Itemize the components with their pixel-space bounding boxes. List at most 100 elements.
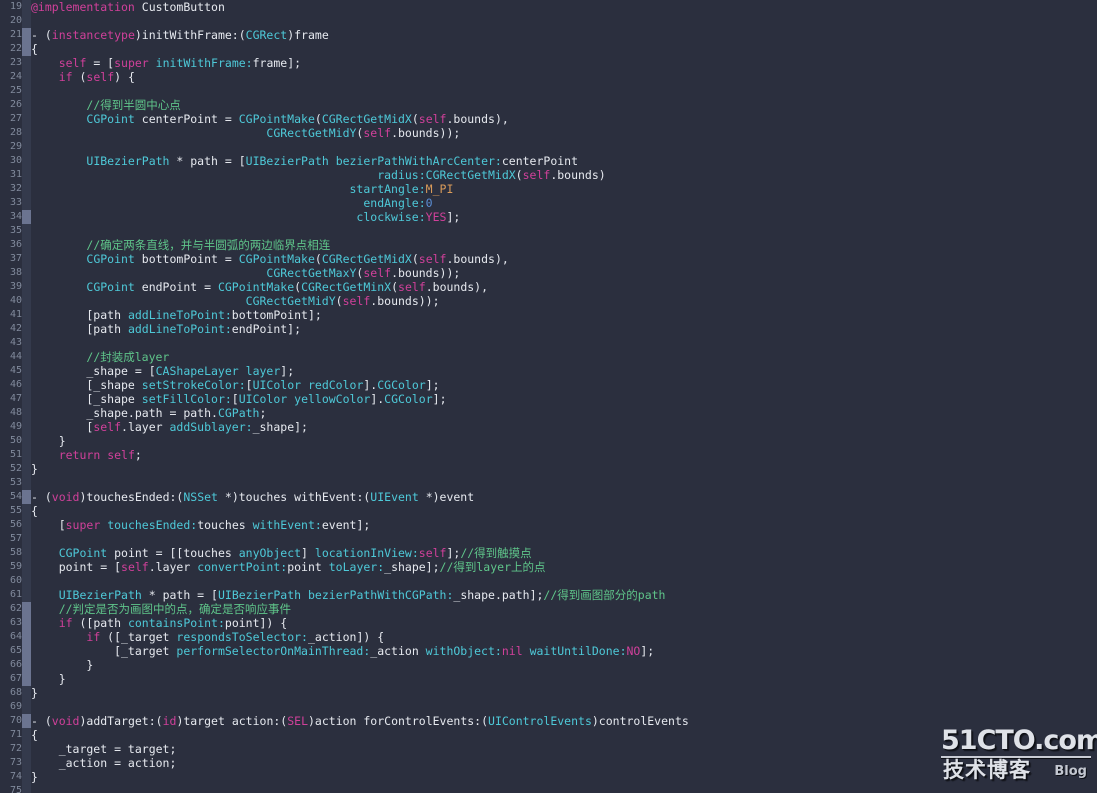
code-line[interactable]: 70 - (void)addTarget:(id)target action:(S… (0, 714, 1097, 728)
line-source[interactable]: radius:CGRectGetMidX(self.bounds) (31, 168, 606, 182)
code-line[interactable]: 29 (0, 140, 1097, 154)
code-line[interactable]: 42 [path addLineToPoint:endPoint]; (0, 322, 1097, 336)
code-line[interactable]: 71 { (0, 728, 1097, 742)
code-line[interactable]: 25 (0, 84, 1097, 98)
code-line[interactable]: 33 endAngle:0 (0, 196, 1097, 210)
code-line[interactable]: 59 point = [self.layer convertPoint:poin… (0, 560, 1097, 574)
code-line[interactable]: 47 [_shape setFillColor:[UIColor yellowC… (0, 392, 1097, 406)
line-source[interactable]: [_shape setFillColor:[UIColor yellowColo… (31, 392, 446, 406)
line-source[interactable]: - (void)touchesEnded:(NSSet *)touches wi… (31, 490, 474, 504)
line-source[interactable]: UIBezierPath * path = [UIBezierPath bezi… (31, 154, 578, 168)
line-source[interactable]: _shape.path = path.CGPath; (31, 406, 266, 420)
line-source[interactable]: CGPoint endPoint = CGPointMake (CGRectGet… (31, 280, 488, 294)
line-source[interactable]: } (31, 434, 66, 448)
line-source[interactable]: [path addLineToPoint:bottomPoint]; (31, 308, 321, 322)
code-line[interactable]: 53 (0, 476, 1097, 490)
code-line[interactable]: 45 _shape = [CAShapeLayer layer]; (0, 364, 1097, 378)
code-line[interactable]: 56 [super touchesEnded:touches withEvent… (0, 518, 1097, 532)
line-source[interactable]: CGRectGetMidY(self.bounds)); (31, 126, 460, 140)
code-line[interactable]: 54 - (void)touchesEnded:(NSSet *)touches … (0, 490, 1097, 504)
code-line[interactable]: 50 } (0, 434, 1097, 448)
code-line[interactable]: 26 //得到半圆中心点 (0, 98, 1097, 112)
line-source[interactable]: [_target performSelectorOnMainThread:_ac… (31, 644, 654, 658)
line-source[interactable]: if ([_target respondsToSelector:_action]… (31, 630, 384, 644)
code-line[interactable]: 37 CGPoint bottomPoint = CGPointMake(CGR… (0, 252, 1097, 266)
line-source[interactable]: //判定是否为画图中的点，确定是否响应事件 (31, 602, 291, 616)
line-source[interactable]: { (31, 504, 38, 518)
code-line[interactable]: 73 _action = action; (0, 756, 1097, 770)
line-source[interactable]: } (31, 462, 38, 476)
code-line[interactable]: 36 //确定两条直线，并与半圆弧的两边临界点相连 (0, 238, 1097, 252)
code-line[interactable]: 63 if ([path containsPoint:point]) { (0, 616, 1097, 630)
code-line[interactable]: 51 return self; (0, 448, 1097, 462)
line-source[interactable]: } (31, 672, 66, 686)
code-line[interactable]: 75 (0, 784, 1097, 793)
code-line[interactable]: 30 UIBezierPath * path = [UIBezierPath b… (0, 154, 1097, 168)
code-line[interactable]: 44 //封装成layer (0, 350, 1097, 364)
line-source[interactable]: } (31, 686, 38, 700)
code-line[interactable]: 22 { (0, 42, 1097, 56)
line-source[interactable]: } (31, 770, 38, 784)
line-source[interactable]: _target = target; (31, 742, 177, 756)
line-source[interactable]: clockwise:YES]; (31, 210, 460, 224)
code-line[interactable]: 65 [_target performSelectorOnMainThread:… (0, 644, 1097, 658)
code-line[interactable]: 27 CGPoint centerPoint = CGPointMake(CGR… (0, 112, 1097, 126)
code-line[interactable]: 49 [self.layer addSublayer:_shape]; (0, 420, 1097, 434)
line-source[interactable]: [_shape setStrokeColor:[UIColor redColor… (31, 378, 439, 392)
code-line[interactable]: 66 } (0, 658, 1097, 672)
code-line[interactable]: 24 if (self) { (0, 70, 1097, 84)
line-source[interactable]: _action = action; (31, 756, 177, 770)
line-source[interactable]: CGPoint centerPoint = CGPointMake(CGRect… (31, 112, 508, 126)
code-line[interactable]: 20 (0, 14, 1097, 28)
code-line[interactable]: 41 [path addLineToPoint:bottomPoint]; (0, 308, 1097, 322)
code-line[interactable]: 68} (0, 686, 1097, 700)
code-line[interactable]: 39 CGPoint endPoint = CGPointMake (CGRect… (0, 280, 1097, 294)
line-source[interactable]: [path addLineToPoint:endPoint]; (31, 322, 301, 336)
code-line[interactable]: 60 (0, 574, 1097, 588)
code-line[interactable]: 48 _shape.path = path.CGPath; (0, 406, 1097, 420)
code-line[interactable]: 67 } (0, 672, 1097, 686)
line-source[interactable]: { (31, 728, 38, 742)
code-line[interactable]: 74} (0, 770, 1097, 784)
line-source[interactable]: [super touchesEnded:touches withEvent:ev… (31, 518, 371, 532)
line-source[interactable]: startAngle:M_PI (31, 182, 454, 196)
line-source[interactable]: //确定两条直线，并与半圆弧的两边临界点相连 (31, 238, 330, 252)
line-source[interactable]: _shape = [CAShapeLayer layer]; (31, 364, 294, 378)
code-line[interactable]: 34 clockwise:YES]; (0, 210, 1097, 224)
line-source[interactable]: CGPoint bottomPoint = CGPointMake(CGRect… (31, 252, 508, 266)
line-source[interactable]: - (instancetype)initWithFrame:(CGRect)fr… (31, 28, 329, 42)
line-source[interactable]: return self; (31, 448, 142, 462)
code-line[interactable]: 64 if ([_target respondsToSelector:_acti… (0, 630, 1097, 644)
code-line[interactable]: 52} (0, 462, 1097, 476)
line-source[interactable]: point = [self.layer convertPoint:point t… (31, 560, 546, 574)
line-source[interactable]: } (31, 658, 93, 672)
line-source[interactable]: { (31, 42, 38, 56)
code-line[interactable]: 35 (0, 224, 1097, 238)
code-line[interactable]: 28 CGRectGetMidY(self.bounds)); (0, 126, 1097, 140)
line-source[interactable]: //得到半圆中心点 (31, 98, 180, 112)
line-source[interactable]: if (self) { (31, 70, 135, 84)
line-source[interactable]: @implementation CustomButton (31, 0, 225, 14)
code-line[interactable]: 72 _target = target; (0, 742, 1097, 756)
code-line[interactable]: 38 CGRectGetMaxY(self.bounds)); (0, 266, 1097, 280)
code-line[interactable]: 43 (0, 336, 1097, 350)
line-source[interactable]: if ([path containsPoint:point]) { (31, 616, 288, 630)
code-line[interactable]: 61 UIBezierPath * path = [UIBezierPath b… (0, 588, 1097, 602)
line-source[interactable]: //封装成layer (31, 350, 169, 364)
code-line[interactable]: 21 - (instancetype)initWithFrame:(CGRect)… (0, 28, 1097, 42)
code-editor[interactable]: 19 @implementation CustomButton 20 21- (ins… (0, 0, 1097, 793)
code-line[interactable]: 19 @implementation CustomButton (0, 0, 1097, 14)
code-line[interactable]: 32 startAngle:M_PI (0, 182, 1097, 196)
code-line[interactable]: 69 (0, 700, 1097, 714)
code-line[interactable]: 57 (0, 532, 1097, 546)
code-line[interactable]: 46 [_shape setStrokeColor:[UIColor redCo… (0, 378, 1097, 392)
line-source[interactable]: self = [super initWithFrame:frame]; (31, 56, 301, 70)
line-source[interactable]: CGPoint point = [[touches anyObject] loc… (31, 546, 532, 560)
code-line[interactable]: 40 CGRectGetMidY(self.bounds)); (0, 294, 1097, 308)
line-source[interactable]: [self.layer addSublayer:_shape]; (31, 420, 308, 434)
code-line[interactable]: 23 self = [super initWithFrame:frame]; (0, 56, 1097, 70)
code-line[interactable]: 55 { (0, 504, 1097, 518)
code-line[interactable]: 58 CGPoint point = [[touches anyObject] … (0, 546, 1097, 560)
line-source[interactable]: CGRectGetMaxY(self.bounds)); (31, 266, 460, 280)
code-line[interactable]: 62 //判定是否为画图中的点，确定是否响应事件 (0, 602, 1097, 616)
